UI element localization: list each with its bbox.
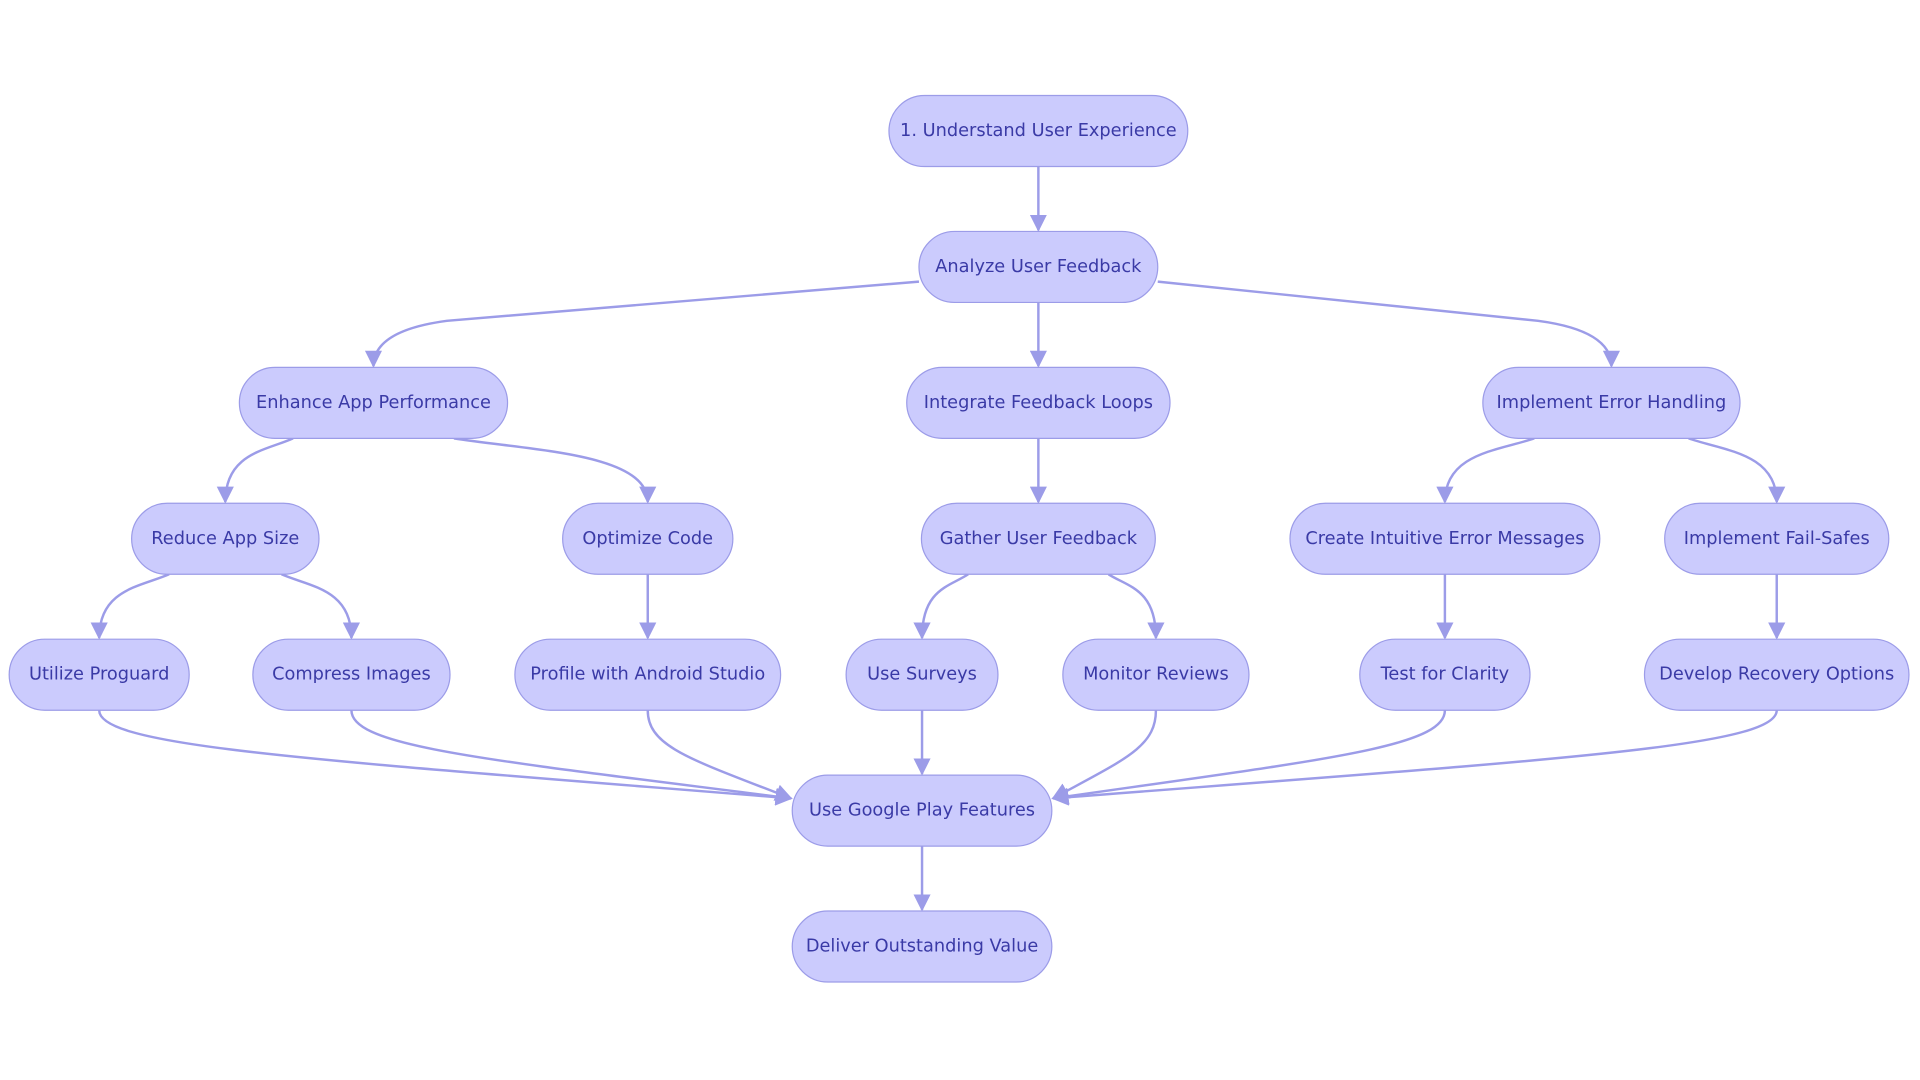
edge-n6-to-n11 xyxy=(90,573,170,640)
node-enhance-app-performance: Enhance App Performance xyxy=(238,366,509,439)
edge-n12-to-n18 xyxy=(350,710,793,805)
node-analyze-user-feedback: Analyze User Feedback xyxy=(918,230,1159,304)
node-label: 1. Understand User Experience xyxy=(900,121,1177,141)
edge-n5-to-n9 xyxy=(1436,437,1535,504)
edge-n3-to-n7 xyxy=(453,437,657,504)
node-label: Analyze User Feedback xyxy=(935,257,1142,277)
node-label: Reduce App Size xyxy=(151,529,299,549)
node-label: Use Surveys xyxy=(867,665,977,685)
node-label: Implement Error Handling xyxy=(1497,393,1727,413)
edge-n2-to-n3 xyxy=(364,280,920,368)
edge-n5-to-n10 xyxy=(1688,437,1786,504)
node-use-surveys: Use Surveys xyxy=(845,638,999,711)
node-label: Use Google Play Features xyxy=(809,801,1035,821)
node-label: Create Intuitive Error Messages xyxy=(1305,529,1584,549)
edge-n16-to-n18 xyxy=(1051,710,1447,805)
edge-n13-to-n18 xyxy=(646,710,793,801)
node-label: Implement Fail-Safes xyxy=(1684,529,1870,549)
node-label: Profile with Android Studio xyxy=(530,665,765,685)
node-profile-with-android-studio: Profile with Android Studio xyxy=(514,638,782,711)
node-label: Compress Images xyxy=(272,665,431,685)
node-reduce-app-size: Reduce App Size xyxy=(131,502,320,575)
node-test-for-clarity: Test for Clarity xyxy=(1359,638,1531,711)
node-label: Utilize Proguard xyxy=(29,665,169,685)
node-optimize-code: Optimize Code xyxy=(562,502,734,575)
node-label: Gather User Feedback xyxy=(940,529,1138,549)
edge-n3-to-n6 xyxy=(216,437,294,504)
node-create-intuitive-error-messages: Create Intuitive Error Messages xyxy=(1289,502,1601,575)
node-monitor-reviews: Monitor Reviews xyxy=(1062,638,1250,711)
edge-n17-to-n18 xyxy=(1051,710,1778,806)
node-integrate-feedback-loops: Integrate Feedback Loops xyxy=(906,366,1171,439)
node-compress-images: Compress Images xyxy=(252,638,451,711)
node-label: Develop Recovery Options xyxy=(1659,665,1894,685)
edge-n8-to-n15 xyxy=(1107,573,1165,640)
nodes: 1. Understand User Experience Analyze Use… xyxy=(8,94,1910,983)
node-implement-error-handling: Implement Error Handling xyxy=(1482,366,1741,439)
edge-n2-to-n5 xyxy=(1157,280,1620,368)
node-label: Deliver Outstanding Value xyxy=(806,937,1038,957)
edge-n6-to-n12 xyxy=(281,573,360,640)
node-label: Optimize Code xyxy=(582,529,713,549)
node-use-google-play-features: Use Google Play Features xyxy=(791,774,1053,847)
node-implement-fail-safes: Implement Fail-Safes xyxy=(1664,502,1890,575)
node-1-understand-user-experience: 1. Understand User Experience xyxy=(888,94,1189,168)
node-label: Enhance App Performance xyxy=(256,393,491,413)
edge-n8-to-n14 xyxy=(913,573,969,640)
flowchart: 1. Understand User Experience Analyze Use… xyxy=(8,94,1910,983)
node-label: Integrate Feedback Loops xyxy=(924,393,1153,413)
node-gather-user-feedback: Gather User Feedback xyxy=(920,502,1156,575)
node-deliver-outstanding-value: Deliver Outstanding Value xyxy=(791,910,1053,983)
node-utilize-proguard: Utilize Proguard xyxy=(8,638,190,711)
node-label: Monitor Reviews xyxy=(1083,665,1229,685)
node-develop-recovery-options: Develop Recovery Options xyxy=(1643,638,1910,711)
node-label: Test for Clarity xyxy=(1380,665,1510,685)
